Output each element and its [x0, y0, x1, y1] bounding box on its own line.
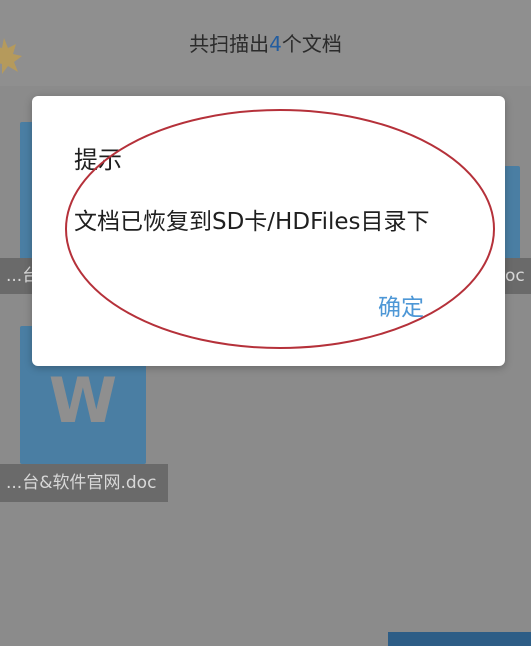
header-bar: 共扫描出4个文档: [0, 0, 531, 86]
dialog-message: 文档已恢复到SD卡/HDFiles目录下: [74, 209, 430, 235]
document-count: 4: [269, 32, 282, 56]
alert-dialog: 提示 文档已恢复到SD卡/HDFiles目录下 确定: [32, 96, 505, 366]
document-label: ...台&软件官网.doc: [0, 464, 168, 502]
page-title: 共扫描出4个文档: [0, 28, 531, 57]
bottom-bar-fragment: [388, 632, 531, 646]
word-w-letter: W: [48, 364, 118, 437]
dialog-title: 提示: [74, 146, 122, 174]
confirm-button[interactable]: 确定: [378, 288, 424, 322]
title-prefix: 共扫描出: [189, 32, 270, 56]
title-suffix: 个文档: [281, 32, 342, 56]
